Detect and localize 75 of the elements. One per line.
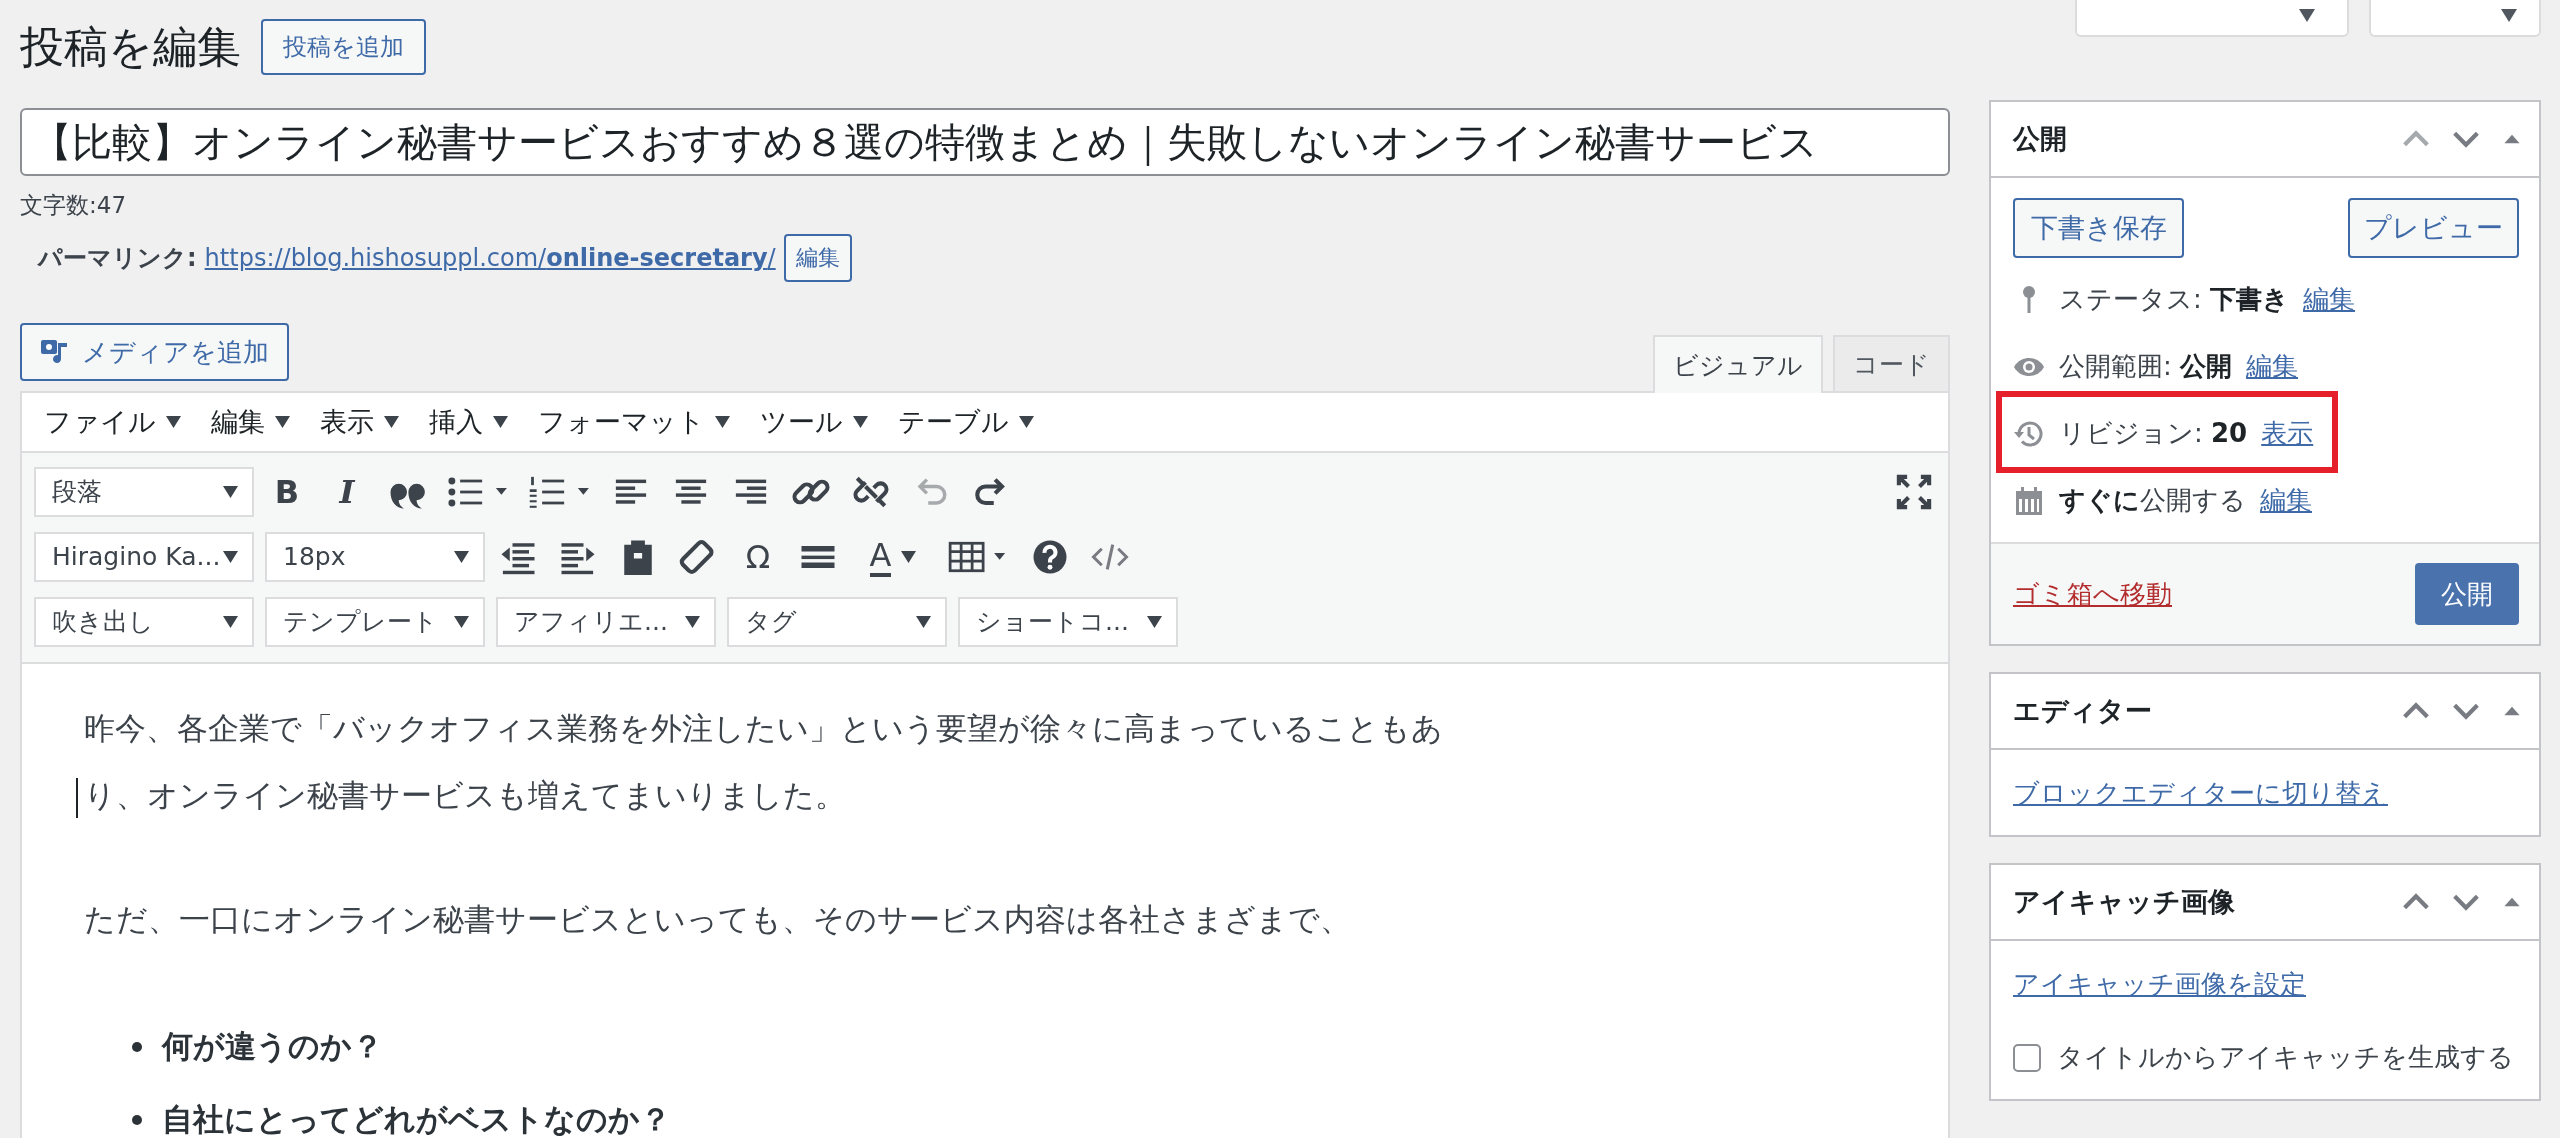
meta-text: リビジョン: 20: [2059, 417, 2248, 450]
page-title: 投稿を編集: [20, 19, 241, 74]
caret-icon: [454, 615, 469, 628]
insert-select[interactable]: アフィリエ...: [496, 596, 716, 647]
caret-icon: [275, 416, 290, 428]
add-media-button[interactable]: メディアを追加: [20, 323, 289, 381]
caret-icon: [685, 615, 700, 628]
title-field[interactable]: 【比較】オンライン秘書サービスおすすめ８選の特徴まとめ｜失敗しないオンライン秘書サービス: [20, 108, 1950, 176]
meta-link[interactable]: 編集: [2246, 349, 2299, 384]
insert-select[interactable]: 吹き出し: [34, 596, 254, 647]
caret-icon: [1147, 615, 1162, 628]
italic-button[interactable]: I: [325, 469, 369, 514]
caret-icon: [2501, 8, 2517, 22]
editor-tab[interactable]: ビジュアル: [1653, 335, 1823, 393]
caret-icon: [2299, 8, 2315, 22]
meta-text: すぐに公開する: [2059, 484, 2246, 517]
publish-button[interactable]: 公開: [2415, 563, 2519, 625]
list-item: 自社にとってどれがベストなのか？: [162, 1100, 671, 1138]
meta-link[interactable]: 編集: [2260, 483, 2312, 518]
permalink-label: パーマリンク:: [38, 243, 197, 274]
caret-icon: [1019, 416, 1034, 428]
format-select[interactable]: 段落: [34, 466, 254, 517]
checkbox-label: タイトルからアイキャッチを生成する: [2057, 1041, 2514, 1074]
text-color-button[interactable]: A: [856, 534, 930, 579]
add-new-button[interactable]: 投稿を追加: [261, 19, 426, 75]
caret-icon: [493, 416, 508, 428]
panel-title: 公開: [2013, 122, 2068, 156]
paragraph-line: 昨今、各企業で「バックオフィス業務を外注したい」という要望が徐々に高まっていることもあ: [84, 710, 1443, 746]
checkbox[interactable]: [2013, 1043, 2041, 1072]
trash-link[interactable]: ゴミ箱へ移動: [2013, 576, 2172, 612]
menu-item[interactable]: 表示: [316, 404, 403, 440]
paragraph-line: り、オンライン秘書サービスも増えてまいりました。: [84, 777, 846, 813]
menu-item[interactable]: ツール: [756, 404, 872, 440]
caret-icon: [223, 615, 238, 628]
caret-icon: [223, 485, 238, 498]
menu-item[interactable]: フォーマット: [534, 404, 734, 440]
panel-title: エディター: [2013, 694, 2153, 728]
caret-icon: [454, 550, 469, 563]
caret-icon: [223, 550, 238, 563]
menu-item[interactable]: テーブル: [894, 404, 1038, 440]
edit-button[interactable]: 編集: [783, 234, 852, 282]
meta-link[interactable]: 表示: [2261, 416, 2314, 451]
font-select[interactable]: Hiragino Ka...: [34, 531, 254, 582]
bullet-icon: [132, 1041, 142, 1052]
bold-button[interactable]: B: [265, 469, 309, 514]
bullet-icon: [132, 1114, 142, 1125]
panel-title: アイキャッチ画像: [2013, 885, 2236, 919]
caret-icon: [853, 416, 868, 428]
special-character-button[interactable]: Ω: [736, 534, 780, 579]
set-featured-image-link[interactable]: アイキャッチ画像を設定: [2013, 969, 2306, 999]
block-editor-link[interactable]: ブロックエディターに切り替え: [2013, 778, 2388, 808]
text-cursor: [76, 778, 78, 818]
font-select[interactable]: 18px: [265, 531, 485, 582]
preview-button[interactable]: プレビュー: [2348, 198, 2519, 258]
permalink-link[interactable]: https://blog.hishosuppl.com/online-secretary/: [204, 244, 776, 272]
insert-select[interactable]: タグ: [727, 596, 947, 647]
save-draft-button[interactable]: 下書き保存: [2013, 198, 2184, 258]
list-item: 何が違うのか？: [162, 1027, 383, 1066]
caret-icon: [715, 416, 730, 428]
caret-icon: [901, 550, 917, 563]
calendar-icon: [2013, 484, 2045, 517]
menu-item[interactable]: 編集: [207, 404, 294, 440]
caret-icon: [916, 615, 931, 628]
meta-text: ステータス: 下書き: [2059, 283, 2290, 316]
paragraph-line: ただ、一口にオンライン秘書サービスといっても、そのサービス内容は各社さまざまで、: [84, 901, 1351, 937]
menu-item[interactable]: 挿入: [425, 404, 512, 440]
insert-select[interactable]: テンプレート: [265, 596, 485, 647]
caret-icon: [384, 416, 399, 428]
insert-select[interactable]: ショートコ...: [958, 596, 1178, 647]
meta-text: 公開範囲: 公開: [2059, 350, 2233, 383]
caret-icon: [166, 416, 181, 428]
editor-tab[interactable]: コード: [1833, 335, 1950, 391]
menu-item[interactable]: ファイル: [40, 404, 185, 440]
meta-link[interactable]: 編集: [2303, 282, 2356, 317]
character-count: 文字数:47: [20, 191, 127, 220]
